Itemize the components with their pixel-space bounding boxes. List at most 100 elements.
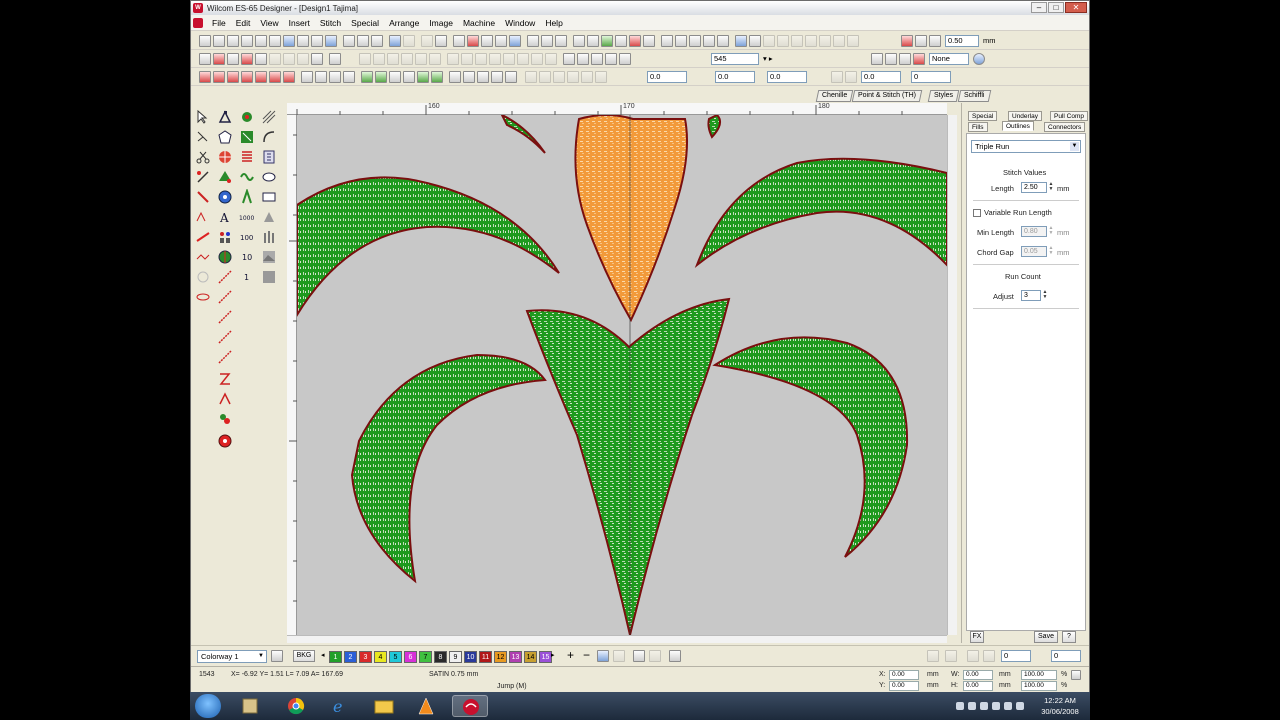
tab-connectors[interactable]: Connectors bbox=[1044, 122, 1086, 132]
thread-swatch-2[interactable]: 2 bbox=[344, 651, 357, 663]
travel-prev-icon[interactable] bbox=[833, 35, 845, 47]
taskbar-vlc-icon[interactable] bbox=[408, 695, 444, 717]
zoom-plus-icon[interactable] bbox=[591, 53, 603, 65]
density-field[interactable]: 545 bbox=[711, 53, 759, 65]
vertical-scrollbar[interactable] bbox=[947, 115, 957, 635]
ruler-icon[interactable] bbox=[595, 71, 607, 83]
grid-size-icon[interactable] bbox=[553, 71, 565, 83]
width-field[interactable]: 0.0 bbox=[767, 71, 807, 83]
align-left-icon[interactable] bbox=[359, 53, 371, 65]
triple-run-icon[interactable] bbox=[269, 71, 281, 83]
rotate-icon[interactable] bbox=[885, 53, 897, 65]
reshape-icon[interactable] bbox=[509, 35, 521, 47]
length-spinner[interactable]: ▲ ▼ bbox=[1048, 182, 1054, 193]
scale-icon[interactable] bbox=[577, 53, 589, 65]
cut-tool-icon[interactable] bbox=[195, 229, 211, 245]
position-x-field[interactable]: 0.0 bbox=[647, 71, 687, 83]
position-y-field[interactable]: 0.0 bbox=[715, 71, 755, 83]
menu-file[interactable]: File bbox=[207, 18, 231, 28]
height-field[interactable]: 0.0 bbox=[861, 71, 901, 83]
travel-first-icon[interactable] bbox=[967, 650, 979, 662]
thread-swatch-3[interactable]: 3 bbox=[359, 651, 372, 663]
travel-count-field[interactable]: 0 bbox=[1001, 650, 1031, 662]
number-1-icon[interactable]: 1 bbox=[239, 269, 255, 285]
fill-icon[interactable] bbox=[361, 71, 373, 83]
zoom-box-icon[interactable] bbox=[717, 35, 729, 47]
star-select-icon[interactable] bbox=[195, 129, 211, 145]
tab-underlay[interactable]: Underlay bbox=[1008, 111, 1043, 121]
menu-arrange[interactable]: Arrange bbox=[384, 18, 424, 28]
scale-h-field[interactable]: 100.00 bbox=[1021, 681, 1057, 691]
zoom-minus-icon[interactable] bbox=[605, 53, 617, 65]
window-icon[interactable] bbox=[749, 35, 761, 47]
preview-icon[interactable] bbox=[255, 35, 267, 47]
tray-network-icon[interactable] bbox=[980, 702, 988, 710]
backstitch-icon[interactable] bbox=[283, 71, 295, 83]
h-field[interactable]: 0.00 bbox=[963, 681, 993, 691]
paste-icon[interactable] bbox=[371, 35, 383, 47]
printer-setup-icon[interactable] bbox=[297, 35, 309, 47]
print-icon[interactable] bbox=[241, 35, 253, 47]
circle-icon[interactable] bbox=[269, 53, 281, 65]
brush-icon[interactable] bbox=[481, 35, 493, 47]
remove-color-icon[interactable]: − bbox=[583, 648, 590, 662]
document-icon[interactable] bbox=[193, 17, 203, 28]
single-run-icon[interactable] bbox=[217, 309, 233, 325]
color-mix-icon[interactable] bbox=[929, 35, 941, 47]
diagonal-lines-icon[interactable] bbox=[261, 109, 277, 125]
travel-fwd-icon[interactable] bbox=[791, 35, 803, 47]
sculpture-icon[interactable] bbox=[403, 71, 415, 83]
tab-special[interactable]: Special bbox=[968, 111, 998, 121]
color-change-icon[interactable] bbox=[217, 411, 233, 427]
outline-icon[interactable] bbox=[329, 71, 341, 83]
satin-icon[interactable] bbox=[199, 71, 211, 83]
wilcom-app-icon[interactable]: W bbox=[193, 3, 203, 13]
satin-column-icon[interactable] bbox=[239, 149, 255, 165]
menu-edit[interactable]: Edit bbox=[231, 18, 256, 28]
lines-icon[interactable] bbox=[199, 53, 211, 65]
angle-field[interactable]: 0 bbox=[911, 71, 951, 83]
fx-button[interactable]: FX bbox=[970, 631, 984, 643]
taskbar-ie-icon[interactable]: e bbox=[322, 695, 358, 717]
tray-flag-icon[interactable] bbox=[968, 702, 976, 710]
adjust-spinner[interactable]: ▲ ▼ bbox=[1042, 290, 1048, 301]
tab-outlines[interactable]: Outlines bbox=[1002, 121, 1034, 131]
scanner-icon[interactable] bbox=[283, 35, 295, 47]
undo-icon[interactable] bbox=[389, 35, 401, 47]
toggle-icon[interactable] bbox=[435, 35, 447, 47]
length-field[interactable]: 2.50 bbox=[1021, 182, 1047, 193]
color-select-icon[interactable] bbox=[901, 35, 913, 47]
chord-gap-spinner[interactable]: ▲ ▼ bbox=[1048, 246, 1054, 257]
wave-icon[interactable] bbox=[463, 71, 475, 83]
tatami-icon[interactable] bbox=[213, 71, 225, 83]
select-arrow-icon[interactable] bbox=[195, 109, 211, 125]
connector-icon[interactable] bbox=[217, 371, 233, 387]
y-field[interactable]: 0.00 bbox=[889, 681, 919, 691]
object-icon[interactable] bbox=[255, 53, 267, 65]
sequence-icon[interactable] bbox=[633, 650, 645, 662]
tatami-fill-icon[interactable] bbox=[239, 129, 255, 145]
triple-run-tool-icon[interactable] bbox=[217, 329, 233, 345]
tab-styles[interactable]: Styles bbox=[927, 90, 960, 102]
digitize-stitch-icon[interactable] bbox=[239, 109, 255, 125]
help-button[interactable]: ? bbox=[1062, 631, 1076, 643]
grid-snap-icon[interactable] bbox=[539, 71, 551, 83]
grid-icon[interactable] bbox=[573, 35, 585, 47]
stemstitch-icon[interactable] bbox=[301, 71, 313, 83]
number-1000-icon[interactable]: 1000 bbox=[239, 209, 255, 225]
travel-start-icon[interactable] bbox=[819, 35, 831, 47]
menu-image[interactable]: Image bbox=[424, 18, 458, 28]
ellipse-tool-icon[interactable] bbox=[261, 169, 277, 185]
eye-icon[interactable] bbox=[195, 289, 211, 305]
thread-swatch-1[interactable]: 1 bbox=[329, 651, 342, 663]
thread-swatch-4[interactable]: 4 bbox=[374, 651, 387, 663]
rectangle-tool-icon[interactable] bbox=[261, 189, 277, 205]
x-field[interactable]: 0.00 bbox=[889, 670, 919, 680]
color-cross-icon[interactable] bbox=[613, 650, 625, 662]
needle-icon[interactable] bbox=[527, 35, 539, 47]
input-c-icon[interactable] bbox=[261, 149, 277, 165]
join-icon[interactable] bbox=[503, 53, 515, 65]
measure-icon[interactable] bbox=[735, 35, 747, 47]
hoop-center-icon[interactable] bbox=[563, 53, 575, 65]
colorway-select[interactable]: Colorway 1 ▼ bbox=[197, 650, 267, 663]
